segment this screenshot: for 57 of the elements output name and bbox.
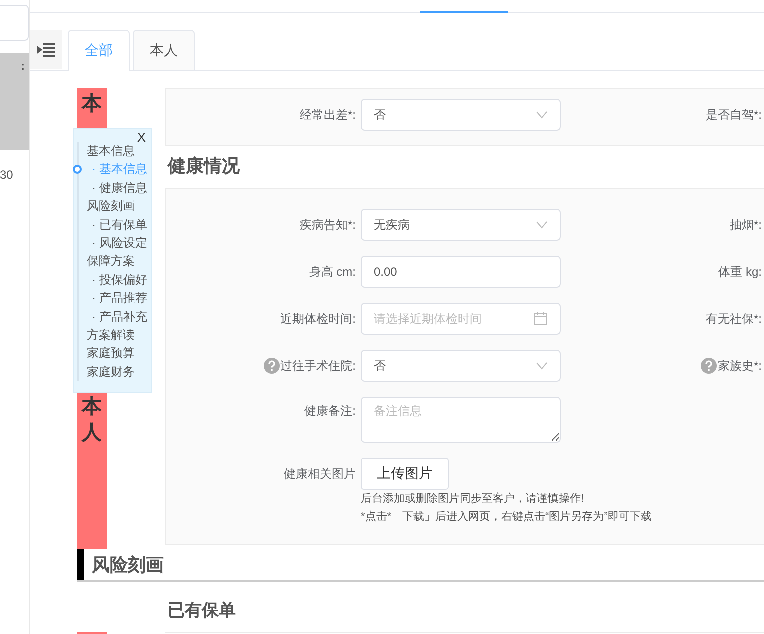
- select-field[interactable]: 无疾病: [361, 209, 561, 241]
- field-label: 健康相关图片: [284, 466, 356, 482]
- menu-icon: [37, 42, 55, 56]
- selected-row[interactable]: :: [0, 53, 29, 150]
- field-label: 疾病告知*:: [300, 216, 356, 234]
- hint-text: *点击*「下载」后进入网页，右键点击“图片另存为”即可下载: [361, 510, 653, 525]
- calendar-icon: [534, 312, 548, 326]
- close-button[interactable]: X: [137, 130, 146, 145]
- nav-item[interactable]: · 投保偏好: [87, 270, 151, 290]
- field-label: :: [21, 59, 25, 73]
- select-field[interactable]: 否: [361, 99, 561, 131]
- nav-item[interactable]: · 产品推荐: [87, 289, 151, 308]
- nav-item[interactable]: · 产品补充: [87, 308, 151, 326]
- nav-item[interactable]: 风险刻画: [87, 197, 151, 216]
- field-label: 抽烟*:: [730, 216, 762, 234]
- hint-text: 后台添加或删除图片同步至客户，请谨慎操作!: [361, 492, 586, 507]
- field-label: 家族史*:: [718, 358, 762, 374]
- active-marker-icon: [73, 165, 82, 174]
- field-value: 30: [0, 168, 14, 182]
- select-value: 否: [374, 358, 386, 374]
- select-field[interactable]: 否: [361, 350, 561, 382]
- field-label: 有无社保*:: [706, 310, 762, 328]
- nav-item[interactable]: · 已有保单: [87, 216, 151, 234]
- section-heading: 健康情况: [166, 155, 241, 178]
- nav-item[interactable]: · 健康信息: [87, 178, 151, 198]
- nav-item[interactable]: 基本信息: [87, 142, 151, 160]
- field-label: 过往手术住院:: [280, 358, 356, 374]
- field-label: 经常出差*:: [300, 106, 356, 124]
- chevron-down-icon: [536, 221, 548, 229]
- nav-item[interactable]: 家庭财务: [87, 362, 151, 382]
- menu-toggle-button[interactable]: [30, 30, 62, 69]
- nav-item[interactable]: · 风险设定: [87, 234, 151, 252]
- tab[interactable]: 本人: [133, 30, 195, 70]
- field-label: 体重 kg:: [718, 264, 762, 280]
- help-icon[interactable]: [264, 358, 280, 374]
- select-value: 无疾病: [374, 216, 410, 234]
- person-label: 本人: [82, 395, 102, 446]
- help-icon[interactable]: [700, 358, 717, 374]
- chevron-down-icon: [536, 111, 548, 119]
- input-field[interactable]: 0.00: [361, 256, 561, 288]
- section-heading: 已有保单: [168, 600, 237, 622]
- upload-button[interactable]: 上传图片: [361, 458, 449, 490]
- section-marker: [77, 549, 84, 580]
- field-label: 身高 cm:: [309, 264, 356, 280]
- input-field[interactable]: [0, 5, 29, 41]
- nav-item[interactable]: 家庭预算: [87, 344, 151, 363]
- select-value: 否: [374, 106, 386, 124]
- field-label: 健康备注:: [304, 403, 356, 420]
- nav-item[interactable]: 方案解读: [87, 326, 151, 344]
- nav-item[interactable]: 保障方案: [87, 252, 151, 271]
- person-label: 本: [82, 92, 102, 117]
- section-title: 风险刻画: [92, 554, 164, 576]
- placeholder-text: 请选择近期体检时间: [374, 310, 482, 328]
- field-label: 近期体检时间:: [280, 310, 356, 328]
- textarea-field[interactable]: 备注信息: [361, 397, 561, 443]
- field-label: 是否自驾*:: [706, 106, 762, 124]
- chevron-down-icon: [536, 362, 548, 370]
